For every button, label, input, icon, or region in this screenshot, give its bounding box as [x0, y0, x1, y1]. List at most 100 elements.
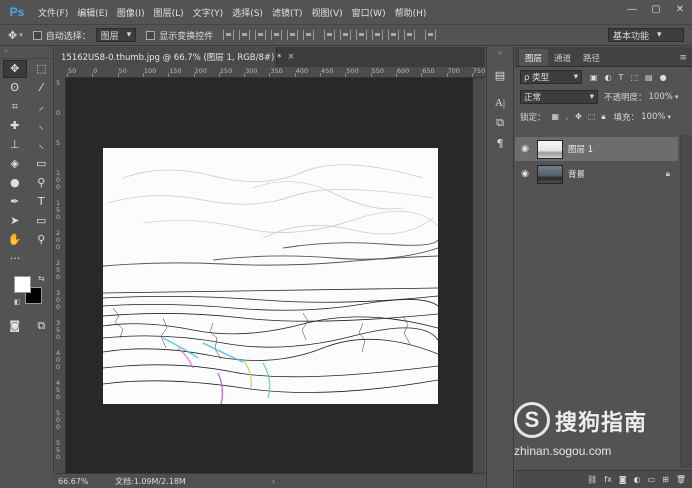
layer-filter-dropdown[interactable]: ρ 类型 ▾ [520, 70, 582, 84]
link-icon[interactable]: ⛓ [587, 475, 597, 484]
ruler-origin[interactable] [55, 67, 66, 78]
smart-object-filter-icon[interactable]: ▤ [645, 73, 653, 82]
zoom-tool-icon[interactable]: ⚲ [30, 231, 54, 249]
dock-grip[interactable]: « [487, 47, 513, 59]
blur-tool-icon[interactable]: ● [3, 174, 27, 192]
adjustment-filter-icon[interactable]: ◐ [605, 73, 612, 82]
character-panel-icon[interactable]: A| [487, 93, 513, 113]
history-panel-icon[interactable]: ▤ [487, 65, 513, 85]
canvas-pasteboard[interactable] [66, 78, 473, 473]
horizontal-ruler[interactable]: 50 0 50 100 150 200 250 300 350 400 450 500 550 600 65… [66, 67, 485, 78]
trash-icon[interactable]: 🗑︎ [676, 475, 686, 484]
type-tool-icon[interactable]: T [30, 193, 54, 211]
pen-tool-icon[interactable]: ✒ [3, 193, 27, 211]
fx-icon[interactable]: fx [604, 475, 612, 484]
align-left-icon[interactable] [271, 30, 283, 40]
menu-edit[interactable]: 编辑(E) [77, 6, 108, 19]
rectangle-tool-icon[interactable]: ▭ [30, 212, 54, 230]
restore-button[interactable]: ▢ [644, 0, 668, 18]
blend-mode-dropdown[interactable]: 正常 ▾ [520, 90, 598, 104]
chevron-down-icon[interactable]: ▾ [675, 93, 679, 101]
distribute-left-icon[interactable] [372, 30, 384, 40]
lock-artboard-icon[interactable]: ⬚ [588, 112, 596, 123]
quick-mask-icon[interactable]: ◙ [3, 317, 27, 335]
healing-brush-tool-icon[interactable]: ✚ [3, 117, 27, 135]
menu-layer[interactable]: 图层(L) [154, 6, 184, 19]
document-tab[interactable]: 15162US8-0.thumb.jpg @ 66.7% (图层 1, RGB/… [55, 47, 294, 67]
fill-value[interactable]: 100% [641, 112, 665, 122]
brush-tool-icon[interactable]: ⸜ [30, 117, 54, 135]
auto-select-dropdown[interactable]: 图层 ▾ [95, 28, 137, 42]
distribute-right-icon[interactable] [404, 30, 416, 40]
tab-channels[interactable]: 通道 [548, 49, 577, 66]
align-top-icon[interactable] [223, 30, 235, 40]
hand-tool-icon[interactable]: ✋ [3, 231, 27, 249]
menu-filter[interactable]: 滤镜(T) [272, 6, 303, 19]
tab-layers[interactable]: 图层 [519, 49, 549, 66]
mask-icon[interactable]: ◙ [619, 475, 627, 484]
history-brush-tool-icon[interactable]: ⸜ [30, 136, 54, 154]
move-tool-preset-icon[interactable]: ✥ [8, 29, 17, 42]
lasso-tool-icon[interactable]: ʘ [3, 79, 27, 97]
paragraph-panel-icon[interactable]: ¶ [487, 133, 513, 153]
menu-image[interactable]: 图像(I) [117, 6, 145, 19]
lock-position-icon[interactable]: ✥ [575, 112, 582, 123]
magic-wand-tool-icon[interactable]: ⁄ [30, 79, 54, 97]
type-filter-icon[interactable]: T [619, 73, 624, 82]
distribute-vcenter-icon[interactable] [340, 30, 352, 40]
paragraph-styles-icon[interactable]: ⧉ [487, 113, 513, 133]
eraser-tool-icon[interactable]: ◈ [3, 155, 27, 173]
vertical-ruler[interactable]: 5 0 5 100 150 200 250 300 350 400 450 500 550 [55, 78, 66, 473]
chevron-down-icon[interactable]: ▾ [667, 113, 671, 121]
menu-help[interactable]: 帮助(H) [395, 6, 427, 19]
layer-name[interactable]: 图层 1 [568, 143, 593, 155]
shape-filter-icon[interactable]: ⬚ [630, 73, 638, 82]
lock-all-icon[interactable]: 🔒︎ [601, 112, 605, 123]
minimize-button[interactable]: — [620, 0, 644, 18]
dodge-tool-icon[interactable]: ⚲ [30, 174, 54, 192]
align-bottom-icon[interactable] [255, 30, 267, 40]
auto-select-checkbox[interactable] [32, 30, 42, 40]
lock-transparent-icon[interactable]: ▦ [552, 112, 560, 123]
folder-icon[interactable]: ▭ [648, 475, 656, 484]
adjustment-icon[interactable]: ◐ [634, 475, 641, 484]
align-hcenter-icon[interactable] [287, 30, 299, 40]
workspace-dropdown[interactable]: 基本功能 ▾ [608, 28, 684, 42]
panel-grip[interactable]: » [0, 47, 53, 59]
new-layer-icon[interactable]: ⊞ [662, 475, 669, 484]
menu-view[interactable]: 视图(V) [311, 6, 342, 19]
pixel-filter-icon[interactable]: ▣ [590, 73, 598, 82]
visibility-eye-icon[interactable]: ◉ [515, 144, 535, 154]
path-selection-tool-icon[interactable]: ➤ [3, 212, 27, 230]
layer-name[interactable]: 背景 [568, 168, 585, 180]
move-tool-icon[interactable]: ✥ [3, 59, 27, 78]
menu-select[interactable]: 选择(S) [232, 6, 263, 19]
visibility-eye-icon[interactable]: ◉ [515, 169, 535, 179]
menu-type[interactable]: 文字(Y) [193, 6, 224, 19]
swap-colors-icon[interactable]: ⇆ [38, 274, 45, 283]
clone-stamp-tool-icon[interactable]: ⊥ [3, 136, 27, 154]
default-colors-icon[interactable]: ◧ [14, 298, 21, 306]
document-image[interactable] [103, 148, 438, 404]
menu-window[interactable]: 窗口(W) [352, 6, 386, 19]
layer-row-layer1[interactable]: ◉ 图层 1 [515, 137, 678, 161]
auto-align-icon[interactable] [425, 30, 437, 40]
layer-row-background[interactable]: ◉ 背景 🔒︎ [515, 162, 678, 186]
distribute-bottom-icon[interactable] [356, 30, 368, 40]
vertical-scrollbar[interactable] [473, 78, 485, 473]
close-button[interactable]: ✕ [668, 0, 692, 18]
align-right-icon[interactable] [303, 30, 315, 40]
more-tools-icon[interactable]: ··· [3, 250, 27, 268]
opacity-value[interactable]: 100% [649, 92, 673, 102]
lock-image-icon[interactable]: ⸜ [565, 112, 569, 123]
status-menu-arrow-icon[interactable]: › [272, 477, 275, 486]
zoom-level[interactable]: 66.67% [55, 477, 103, 486]
screen-mode-icon[interactable]: ⧉ [30, 317, 54, 335]
marquee-tool-icon[interactable]: ⬚ [30, 60, 53, 78]
tab-paths[interactable]: 路径 [577, 49, 606, 66]
chevron-down-icon[interactable]: ▾ [19, 31, 23, 39]
foreground-color-swatch[interactable] [14, 276, 31, 293]
menu-file[interactable]: 文件(F) [38, 6, 68, 19]
filter-toggle-icon[interactable]: ● [660, 73, 667, 82]
distribute-top-icon[interactable] [324, 30, 336, 40]
